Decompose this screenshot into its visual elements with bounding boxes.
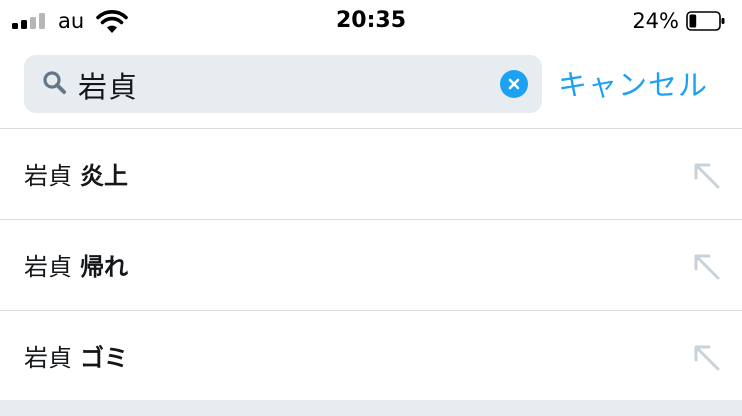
suggestion-completion: ゴミ	[80, 344, 128, 372]
battery-icon	[686, 11, 725, 31]
cancel-button[interactable]: キャンセル	[558, 62, 708, 104]
battery-percent: 24%	[632, 9, 679, 33]
suggestion-item[interactable]: 岩貞 炎上	[0, 129, 742, 219]
suggestion-list: 岩貞 炎上 岩貞 帰れ 岩貞 ゴミ	[0, 128, 742, 401]
arrow-up-left-icon[interactable]	[692, 343, 722, 373]
search-icon	[43, 71, 66, 94]
suggestion-label: 岩貞 帰れ	[24, 247, 128, 282]
status-bar: au 20:35 24%	[0, 0, 742, 44]
arrow-up-left-icon[interactable]	[692, 252, 722, 282]
suggestion-label: 岩貞 炎上	[24, 156, 128, 191]
suggestion-prefix: 岩貞	[24, 162, 72, 190]
suggestion-prefix: 岩貞	[24, 344, 72, 372]
search-field[interactable]: 岩貞	[24, 55, 542, 113]
keyboard-edge	[0, 400, 742, 416]
search-input[interactable]: 岩貞	[78, 64, 138, 106]
suggestion-item[interactable]: 岩貞 帰れ	[0, 220, 742, 310]
suggestion-item[interactable]: 岩貞 ゴミ	[0, 311, 742, 401]
suggestion-completion: 炎上	[80, 162, 128, 190]
status-time: 20:35	[335, 8, 407, 33]
clear-icon[interactable]	[500, 70, 528, 98]
arrow-up-left-icon[interactable]	[692, 161, 722, 191]
suggestion-prefix: 岩貞	[24, 253, 72, 281]
suggestion-label: 岩貞 ゴミ	[24, 338, 128, 373]
suggestion-completion: 帰れ	[80, 253, 128, 281]
